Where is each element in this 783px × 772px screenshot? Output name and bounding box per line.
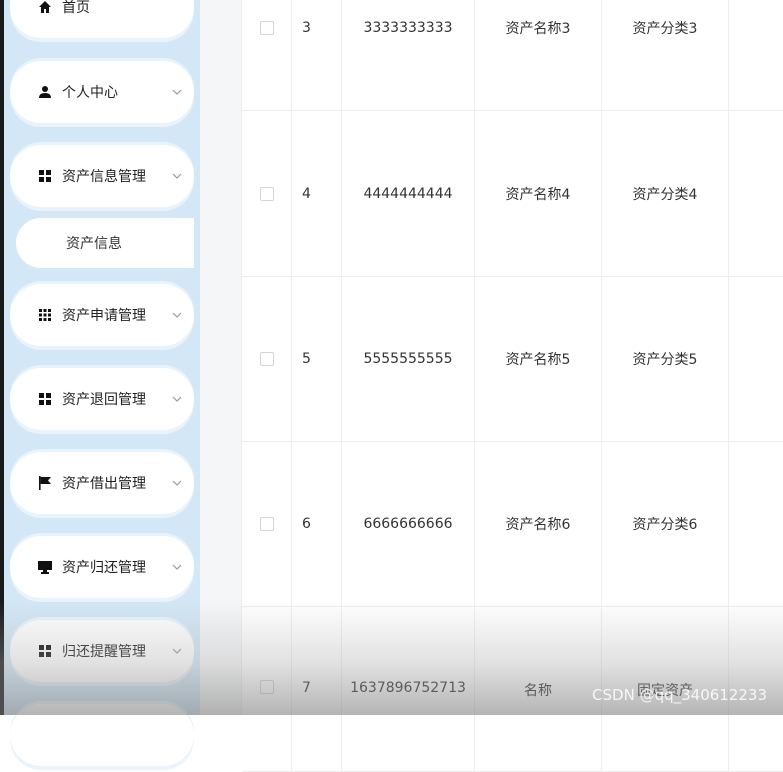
row-checkbox[interactable] <box>242 606 292 772</box>
asset-category-cell: 资产分类6 <box>602 441 729 606</box>
asset-name-cell: 资产名称5 <box>475 276 602 441</box>
sidebar-item-personal-center[interactable]: 个人中心 <box>10 61 194 123</box>
asset-number-cell: 3333333333 <box>342 0 475 110</box>
table-row[interactable]: 4 4444444444 资产名称4 资产分类4 <box>242 111 783 277</box>
watermark: CSDN @qq_340612233 <box>592 686 767 704</box>
asset-name-cell: 资产名称6 <box>475 441 602 606</box>
asset-number-cell: 1637896752713 <box>342 606 475 771</box>
home-icon <box>38 0 52 14</box>
table-cell-overflow <box>729 441 783 606</box>
asset-name-cell: 资产名称3 <box>475 0 602 110</box>
sidebar-item-label: 资产归还管理 <box>62 560 146 576</box>
sidebar-item-partial[interactable] <box>10 704 194 766</box>
chevron-down-icon <box>170 560 184 574</box>
chevron-down-icon <box>170 85 184 99</box>
submenu-item-label: 资产信息 <box>66 236 122 252</box>
row-checkbox[interactable] <box>242 276 292 441</box>
sidebar-item-label: 资产退回管理 <box>62 392 146 408</box>
row-index: 3 <box>292 0 342 110</box>
sidebar-item-label: 首页 <box>62 0 90 16</box>
sidebar-item-home[interactable]: 首页 <box>10 0 194 38</box>
submenu-item-asset-info[interactable]: 资产信息 <box>16 218 194 268</box>
asset-category-cell: 资产分类4 <box>602 111 729 276</box>
grid-icon <box>38 644 52 658</box>
sidebar-item-label: 资产申请管理 <box>62 308 146 324</box>
sidebar-item-return-reminder-management[interactable]: 归还提醒管理 <box>10 620 194 682</box>
table-cell-overflow <box>729 0 783 110</box>
table-cell-overflow <box>729 111 783 276</box>
sidebar-item-asset-return-management[interactable]: 资产退回管理 <box>10 368 194 430</box>
chevron-down-icon <box>170 308 184 322</box>
asset-category-cell: 资产分类3 <box>602 0 729 110</box>
asset-number-cell: 4444444444 <box>342 111 475 276</box>
row-index: 7 <box>292 606 342 771</box>
sidebar-item-label: 资产信息管理 <box>62 169 146 185</box>
content-gutter <box>200 0 241 715</box>
user-icon <box>38 85 52 99</box>
sidebar-item-asset-lending-management[interactable]: 资产借出管理 <box>10 452 194 514</box>
chevron-down-icon <box>170 644 184 658</box>
chevron-down-icon <box>170 392 184 406</box>
sidebar-item-asset-info-management[interactable]: 资产信息管理 <box>10 145 194 207</box>
sidebar-item-asset-restitution-management[interactable]: 资产归还管理 <box>10 536 194 598</box>
asset-table: 3 3333333333 资产名称3 资产分类3 4 4444444444 资产… <box>241 0 783 772</box>
asset-name-cell: 资产名称4 <box>475 111 602 276</box>
monitor-icon <box>38 560 52 574</box>
asset-number-cell: 6666666666 <box>342 441 475 606</box>
sidebar-item-label: 资产借出管理 <box>62 476 146 492</box>
row-checkbox[interactable] <box>242 441 292 606</box>
asset-name-cell: 名称 <box>475 606 602 771</box>
chevron-down-icon <box>170 169 184 183</box>
row-index: 6 <box>292 441 342 606</box>
asset-number-cell: 5555555555 <box>342 276 475 441</box>
table-row[interactable]: 3 3333333333 资产名称3 资产分类3 <box>242 0 783 111</box>
row-checkbox[interactable] <box>242 0 292 110</box>
grid9-icon <box>38 308 52 322</box>
flag-icon <box>38 476 52 490</box>
asset-category-cell: 资产分类5 <box>602 276 729 441</box>
sidebar-item-label: 归还提醒管理 <box>62 644 146 660</box>
table-row[interactable]: 6 6666666666 资产名称6 资产分类6 <box>242 441 783 607</box>
table-cell-overflow <box>729 276 783 441</box>
row-checkbox[interactable] <box>242 111 292 276</box>
grid-icon <box>38 169 52 183</box>
table-row[interactable]: 5 5555555555 资产名称5 资产分类5 <box>242 276 783 442</box>
grid-icon <box>38 392 52 406</box>
sidebar-item-label: 个人中心 <box>62 85 118 101</box>
sidebar: 首页 个人中心 资产信息管理 资产信息 资产申请管理 资产退回管理 资产借出管理… <box>0 0 200 766</box>
row-index: 5 <box>292 276 342 441</box>
chevron-down-icon <box>170 476 184 490</box>
sidebar-item-asset-application-management[interactable]: 资产申请管理 <box>10 284 194 346</box>
row-index: 4 <box>292 111 342 276</box>
